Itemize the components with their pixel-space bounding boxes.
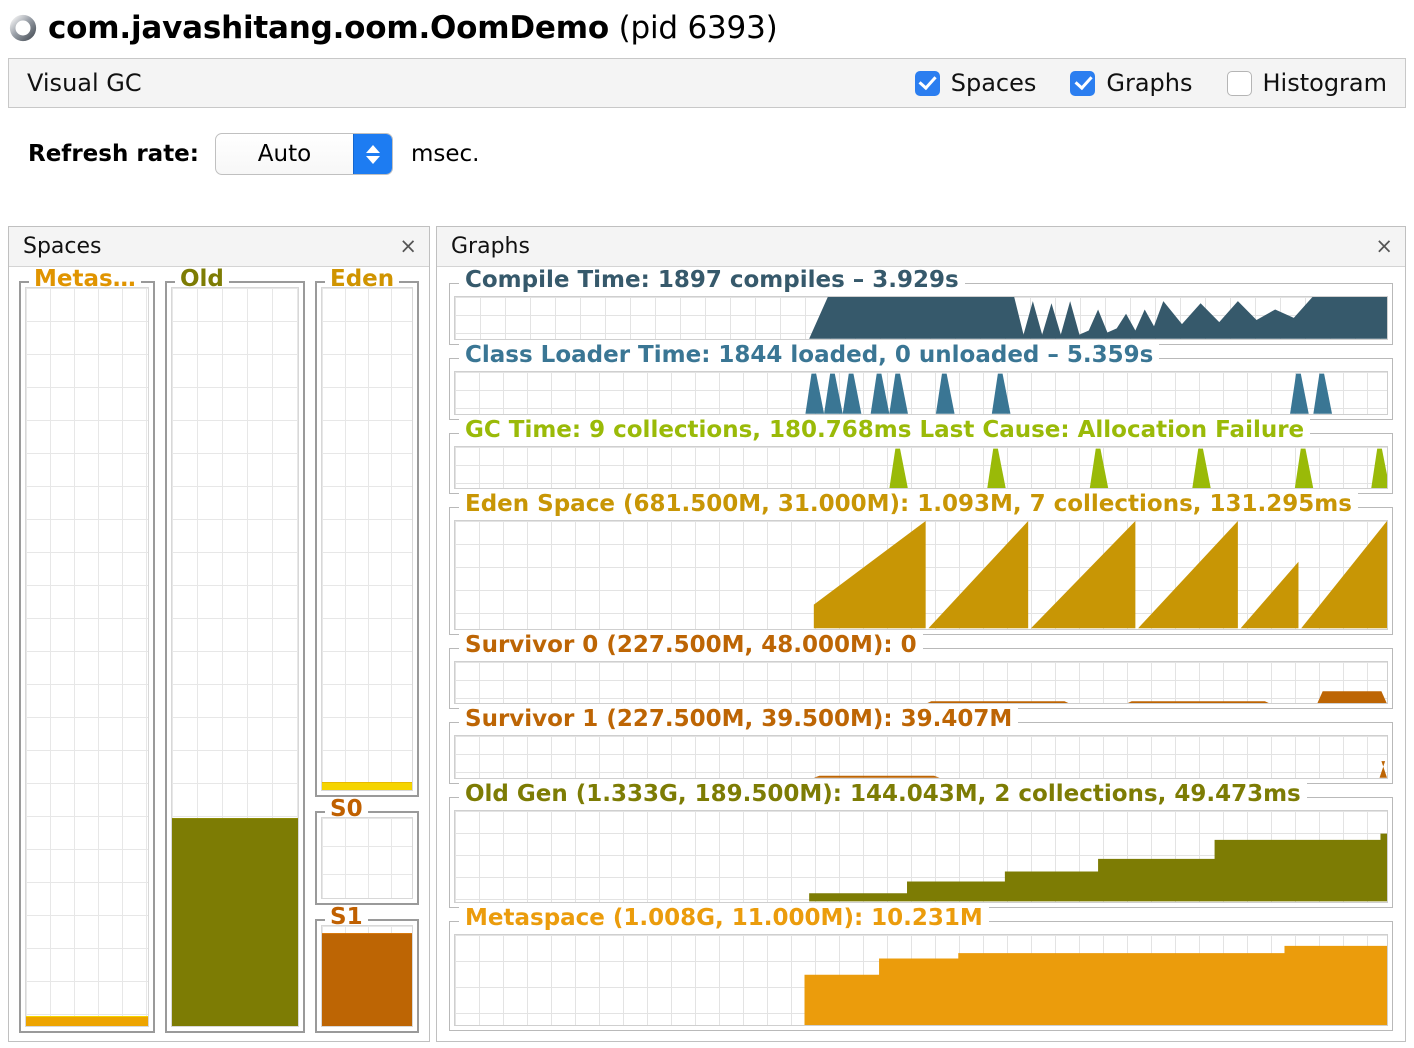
chart-class-loader-time-plot: [454, 370, 1388, 415]
chart-class-loader-time-series: [805, 373, 1333, 414]
chart-eden-space-title: Eden Space (681.500M, 31.000M): 1.093M, …: [459, 493, 1358, 517]
spaces-panel-title: Spaces: [23, 234, 102, 259]
space-eden-gauge: [321, 287, 413, 791]
refresh-rate-value[interactable]: Auto: [216, 134, 353, 174]
chart-old-gen-title: Old Gen (1.333G, 189.500M): 144.043M, 2 …: [459, 783, 1307, 807]
grid: [26, 288, 148, 1026]
space-old[interactable]: Old: [165, 268, 305, 1033]
visualvm-window: com.javashitang.oom.OomDemo (pid 6393) V…: [0, 0, 1414, 1048]
checkbox-graphs-box[interactable]: [1070, 70, 1096, 96]
spaces-body: Metas… Old Eden S0 S1: [9, 267, 429, 1041]
chart-old-gen[interactable]: Old Gen (1.333G, 189.500M): 144.043M, 2 …: [449, 783, 1393, 908]
space-metaspace-gauge: [25, 287, 149, 1027]
space-metaspace-fill: [26, 1016, 148, 1026]
graphs-panel: Graphs × Compile Time: 1897 compiles – 3…: [436, 226, 1406, 1042]
chart-eden-space-series: [813, 521, 1387, 629]
chart-survivor-0-series: [925, 690, 1387, 704]
chevron-down-icon[interactable]: [365, 155, 380, 164]
chart-compile-time-title: Compile Time: 1897 compiles – 3.929s: [459, 269, 965, 292]
chart-class-loader-time-title: Class Loader Time: 1844 loaded, 0 unload…: [459, 343, 1160, 367]
chart-compile-time-series: [455, 297, 1387, 339]
checkbox-graphs-label: Graphs: [1106, 69, 1193, 97]
close-icon[interactable]: ×: [1375, 236, 1393, 257]
space-s0-gauge: [321, 817, 413, 899]
space-s1[interactable]: S1: [315, 906, 419, 1033]
chart-survivor-0-plot: [454, 660, 1388, 705]
tabstrip: Visual GC Spaces Graphs Histogram: [8, 58, 1406, 108]
chart-metaspace[interactable]: Metaspace (1.008G, 11.000M): 10.231M: [449, 906, 1393, 1031]
process-pid: (pid 6393): [618, 10, 778, 46]
refresh-rate-spinner[interactable]: Auto: [214, 133, 393, 175]
space-old-gauge: [171, 287, 299, 1027]
process-name: com.javashitang.oom.OomDemo: [48, 10, 609, 46]
graphs-panel-title: Graphs: [451, 234, 530, 259]
chart-survivor-1[interactable]: Survivor 1 (227.500M, 39.500M): 39.407M: [449, 708, 1393, 785]
window-titlebar: com.javashitang.oom.OomDemo (pid 6393): [0, 0, 1414, 56]
space-column-old: Old: [165, 268, 305, 1033]
chart-metaspace-plot: [454, 933, 1388, 1026]
chart-survivor-1-plot: [454, 735, 1388, 780]
space-s1-fill: [322, 933, 412, 1026]
close-icon[interactable]: ×: [399, 236, 417, 257]
chart-survivor-1-series: [813, 761, 1387, 779]
checkbox-histogram-box[interactable]: [1226, 70, 1252, 96]
space-eden[interactable]: Eden: [315, 268, 419, 797]
chart-metaspace-series: [804, 945, 1387, 1025]
space-s1-gauge: [321, 925, 413, 1027]
space-old-fill: [172, 818, 298, 1026]
grid: [322, 818, 412, 898]
graphs-panel-header: Graphs ×: [437, 227, 1405, 267]
chart-gc-time[interactable]: GC Time: 9 collections, 180.768ms Last C…: [449, 418, 1393, 495]
chart-old-gen-plot: [454, 810, 1388, 903]
checkbox-histogram[interactable]: Histogram: [1226, 69, 1388, 97]
checkbox-graphs[interactable]: Graphs: [1070, 69, 1193, 97]
page-title: com.javashitang.oom.OomDemo (pid 6393): [48, 10, 778, 46]
chart-gc-time-title: GC Time: 9 collections, 180.768ms Last C…: [459, 418, 1311, 442]
chart-eden-space[interactable]: Eden Space (681.500M, 31.000M): 1.093M, …: [449, 493, 1393, 635]
refresh-rate-label: Refresh rate:: [28, 141, 199, 167]
chart-old-gen-series: [809, 833, 1387, 902]
chevron-up-icon[interactable]: [365, 144, 380, 153]
spaces-panel: Spaces × Metas… Old Eden S0 S1: [8, 226, 430, 1042]
chart-metaspace-title: Metaspace (1.008G, 11.000M): 10.231M: [459, 906, 989, 930]
refresh-rate-unit: msec.: [410, 141, 480, 167]
spaces-panel-header: Spaces ×: [9, 227, 429, 267]
chart-gc-time-plot: [454, 445, 1388, 490]
graphs-body: Compile Time: 1897 compiles – 3.929s Cla…: [437, 267, 1405, 1041]
refresh-rate-row: Refresh rate: Auto msec.: [0, 128, 1414, 180]
chart-survivor-0[interactable]: Survivor 0 (227.500M, 48.000M): 0: [449, 633, 1393, 710]
space-column-young: Eden S0 S1: [315, 268, 419, 1033]
space-s0[interactable]: S0: [315, 798, 419, 905]
tab-visual-gc[interactable]: Visual GC: [27, 69, 142, 97]
space-eden-fill: [322, 782, 412, 790]
checkbox-spaces-label: Spaces: [950, 69, 1037, 97]
space-column-metaspace: Metas…: [19, 268, 155, 1033]
view-toggles: Spaces Graphs Histogram: [914, 69, 1405, 97]
chart-compile-time-plot: [454, 296, 1388, 340]
chart-eden-space-plot: [454, 520, 1388, 630]
checkbox-spaces-box[interactable]: [914, 70, 940, 96]
chart-compile-time[interactable]: Compile Time: 1897 compiles – 3.929s: [449, 269, 1393, 345]
chart-class-loader-time[interactable]: Class Loader Time: 1844 loaded, 0 unload…: [449, 343, 1393, 420]
loading-spinner-icon: [9, 14, 37, 42]
chart-gc-time-series: [889, 448, 1387, 489]
grid: [322, 288, 412, 790]
spinner-arrows[interactable]: [352, 134, 392, 174]
space-metaspace[interactable]: Metas…: [19, 268, 155, 1033]
checkbox-spaces[interactable]: Spaces: [914, 69, 1037, 97]
chart-survivor-1-title: Survivor 1 (227.500M, 39.500M): 39.407M: [459, 708, 1019, 732]
checkbox-histogram-label: Histogram: [1262, 69, 1388, 97]
chart-survivor-0-title: Survivor 0 (227.500M, 48.000M): 0: [459, 633, 923, 657]
